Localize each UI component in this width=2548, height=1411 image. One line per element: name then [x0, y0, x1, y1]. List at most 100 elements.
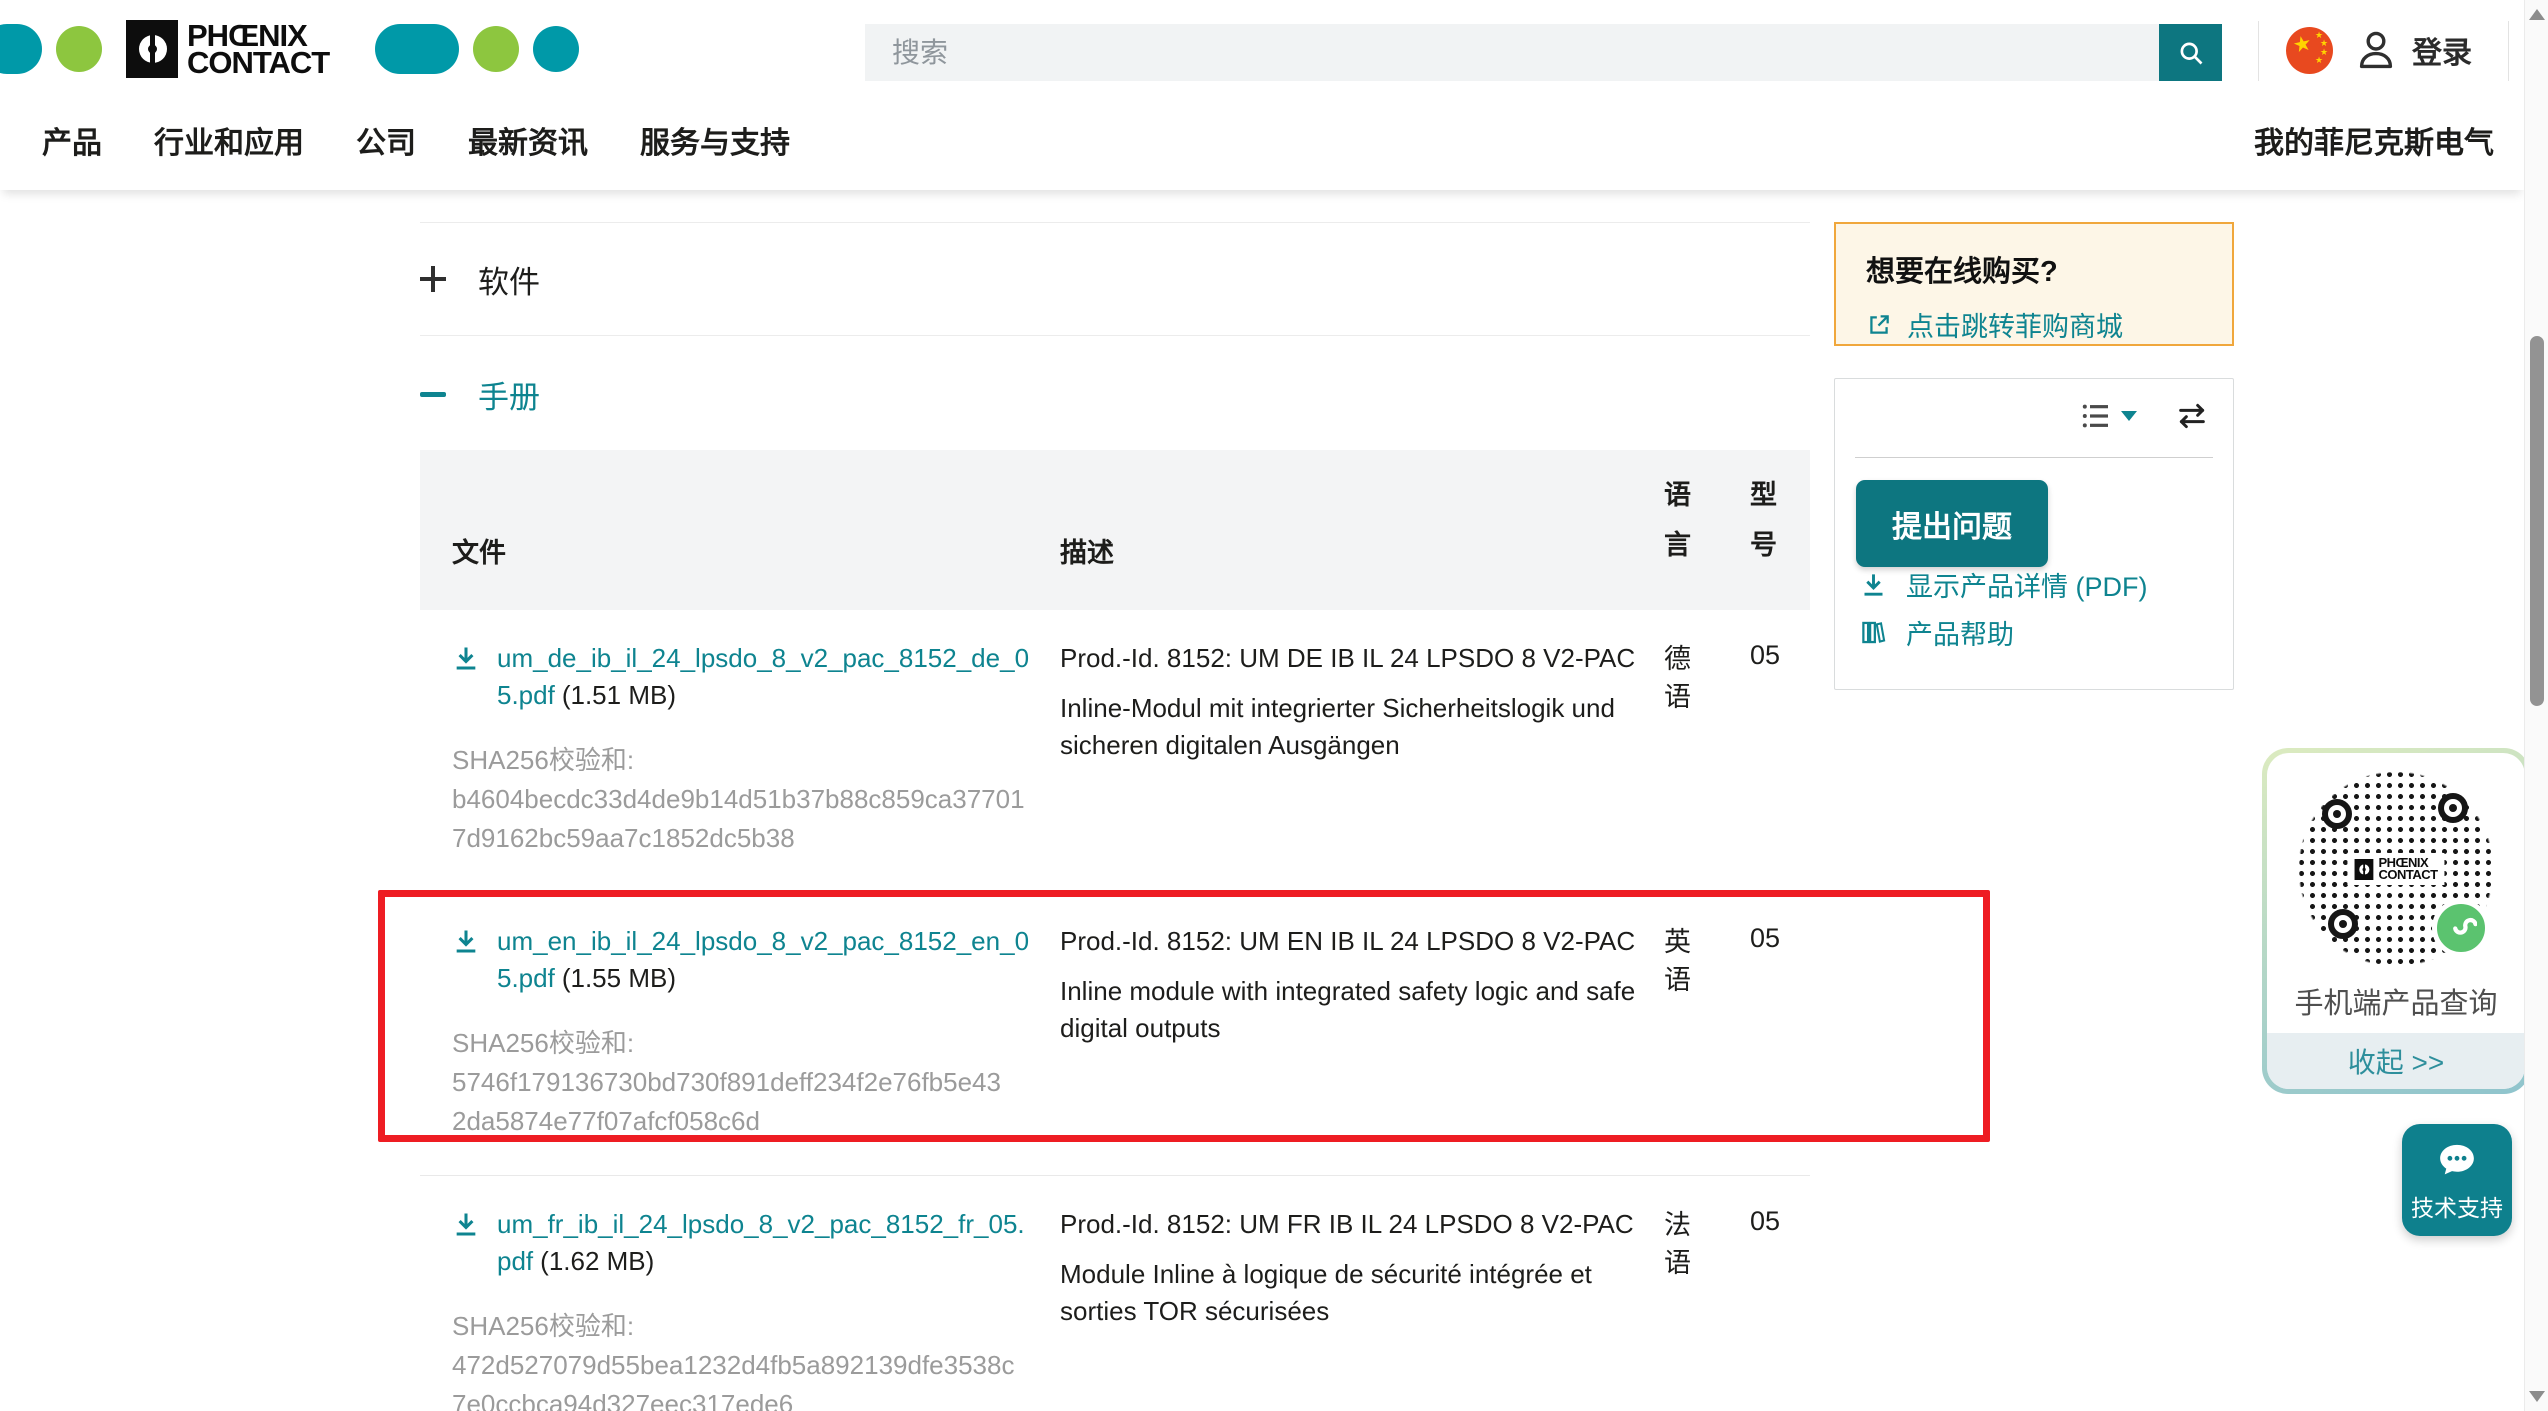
external-link-icon: [1866, 312, 1892, 338]
model-cell: 05: [1750, 923, 1794, 954]
phoenix-logo-mark-icon: [2354, 859, 2373, 880]
file-name: um_en_ib_il_24_lpsdo_8_v2_pac_8152_en_0 …: [497, 923, 1029, 997]
ask-question-button[interactable]: 提出问题: [1856, 480, 2048, 567]
qr-eye: [2322, 799, 2352, 829]
flag-star: ★: [2291, 32, 2314, 56]
qr-logo-wordmark: PHŒNIX CONTACT: [2378, 857, 2437, 881]
description-title: Prod.-Id. 8152: UM DE IB IL 24 LPSDO 8 V…: [1060, 640, 1640, 677]
nav-item-company[interactable]: 公司: [356, 118, 416, 162]
download-icon: [452, 1210, 480, 1238]
table-row: um_fr_ib_il_24_lpsdo_8_v2_pac_8152_fr_05…: [420, 1176, 1810, 1411]
language-cell: 英语: [1664, 923, 1698, 999]
product-details-pdf-link[interactable]: 显示产品详情 (PDF): [1860, 565, 2147, 604]
logo-shape-pill: [0, 24, 42, 74]
file-size: (1.55 MB): [562, 963, 676, 993]
qr-collapse-button[interactable]: 收起 >>: [2267, 1033, 2525, 1089]
sha256-checksum: SHA256校验和: b4604becdc33d4de9b14d51b37b88…: [452, 741, 1060, 858]
table-row: um_en_ib_il_24_lpsdo_8_v2_pac_8152_en_0 …: [420, 893, 1810, 1176]
flag-star: ★: [2315, 56, 2323, 65]
sha256-checksum: SHA256校验和: 5746f179136730bd730f891deff23…: [452, 1024, 1060, 1141]
col-header-language: 语言: [1664, 470, 1698, 570]
login-button[interactable]: 登录: [2352, 22, 2472, 78]
site-header: PHŒNIX CONTACT ★ ★ ★ ★ ★: [0, 0, 2524, 190]
qr-eye: [2328, 909, 2358, 939]
search-icon: [2177, 39, 2205, 67]
header-divider: [2508, 21, 2509, 81]
logo-shape-dot: [533, 26, 579, 72]
product-actions-panel: 提出问题 显示产品详情 (PDF) 产品帮助: [1834, 378, 2234, 690]
miniprogram-badge-icon: [2432, 899, 2490, 957]
chevron-down-icon: [2121, 411, 2137, 421]
file-name: um_fr_ib_il_24_lpsdo_8_v2_pac_8152_fr_05…: [497, 1206, 1025, 1280]
manuals-section-label: 手册: [478, 372, 540, 417]
mobile-product-qr-widget: PHŒNIX CONTACT 手机端产品查询 收起 >>: [2262, 748, 2530, 1094]
scrollbar-up-arrow[interactable]: [2529, 9, 2545, 20]
buy-online-box: 想要在线购买? 点击跳转菲购商城: [1834, 222, 2234, 346]
sha256-checksum: SHA256校验和: 472d527079d55bea1232d4fb5a892…: [452, 1307, 1060, 1411]
search-bar: [865, 24, 2222, 81]
main-nav: 产品 行业和应用 公司 最新资讯 服务与支持: [0, 108, 2200, 172]
header-divider: [2258, 21, 2259, 81]
language-cell: 德语: [1664, 640, 1698, 716]
file-cell: um_fr_ib_il_24_lpsdo_8_v2_pac_8152_fr_05…: [452, 1206, 1060, 1411]
table-row: um_de_ib_il_24_lpsdo_8_v2_pac_8152_de_0 …: [420, 610, 1810, 893]
download-icon: [452, 644, 480, 672]
panel-toolbar: [2080, 399, 2209, 433]
logo-shape-dot: [56, 26, 102, 72]
expand-plus-icon: [420, 266, 446, 292]
description-subtitle: Inline module with integrated safety log…: [1060, 973, 1640, 1047]
phoenix-logo-mark-icon: [126, 20, 178, 78]
scrollbar[interactable]: [2524, 0, 2548, 1411]
panel-divider: [1855, 457, 2213, 458]
description-subtitle: Inline-Modul mit integrierter Sicherheit…: [1060, 690, 1640, 764]
language-selector-flag-icon[interactable]: ★ ★ ★ ★ ★: [2286, 27, 2333, 74]
model-cell: 05: [1750, 640, 1794, 671]
description-cell: Prod.-Id. 8152: UM DE IB IL 24 LPSDO 8 V…: [1060, 640, 1640, 764]
language-cell: 法语: [1664, 1206, 1698, 1282]
nav-item-service[interactable]: 服务与支持: [640, 118, 790, 162]
table-header-row: 文件 描述 语言 型号: [420, 450, 1810, 610]
search-button[interactable]: [2159, 24, 2222, 81]
description-title: Prod.-Id. 8152: UM EN IB IL 24 LPSDO 8 V…: [1060, 923, 1640, 960]
phoenix-contact-logo: PHŒNIX CONTACT: [126, 20, 329, 78]
swap-arrows-icon: [2175, 399, 2209, 433]
brand-logo[interactable]: PHŒNIX CONTACT: [0, 18, 579, 80]
qr-caption: 手机端产品查询: [2294, 980, 2497, 1022]
accordion-software[interactable]: 软件: [420, 222, 1810, 336]
download-icon: [1860, 571, 1887, 598]
col-header-file: 文件: [452, 531, 1060, 570]
collapse-minus-icon: [420, 392, 446, 397]
tech-support-label: 技术支持: [2411, 1189, 2503, 1223]
description-title: Prod.-Id. 8152: UM FR IB IL 24 LPSDO 8 V…: [1060, 1206, 1640, 1243]
model-cell: 05: [1750, 1206, 1794, 1237]
nav-item-products[interactable]: 产品: [42, 118, 102, 162]
shop-redirect-link[interactable]: 点击跳转菲购商城: [1866, 305, 2202, 344]
logo-shape-dot: [473, 26, 519, 72]
description-cell: Prod.-Id. 8152: UM EN IB IL 24 LPSDO 8 V…: [1060, 923, 1640, 1047]
user-icon: [2352, 26, 2400, 74]
view-options-button[interactable]: [2080, 400, 2137, 432]
my-account-link[interactable]: 我的菲尼克斯电气: [2254, 108, 2494, 172]
file-cell: um_de_ib_il_24_lpsdo_8_v2_pac_8152_de_0 …: [452, 640, 1060, 858]
file-cell: um_en_ib_il_24_lpsdo_8_v2_pac_8152_en_0 …: [452, 923, 1060, 1141]
file-download-link[interactable]: um_en_ib_il_24_lpsdo_8_v2_pac_8152_en_0 …: [452, 923, 1060, 997]
nav-item-industries[interactable]: 行业和应用: [154, 118, 304, 162]
scrollbar-down-arrow[interactable]: [2529, 1391, 2545, 1402]
description-cell: Prod.-Id. 8152: UM FR IB IL 24 LPSDO 8 V…: [1060, 1206, 1640, 1330]
buy-online-title: 想要在线购买?: [1866, 248, 2202, 290]
file-download-link[interactable]: um_de_ib_il_24_lpsdo_8_v2_pac_8152_de_0 …: [452, 640, 1060, 714]
qr-code: PHŒNIX CONTACT: [2296, 769, 2496, 969]
nav-item-news[interactable]: 最新资讯: [468, 118, 588, 162]
accordion-manuals[interactable]: 手册: [420, 368, 540, 420]
scrollbar-thumb[interactable]: [2530, 336, 2544, 706]
product-help-link[interactable]: 产品帮助: [1860, 613, 2014, 652]
search-input[interactable]: [865, 24, 2159, 81]
compare-button[interactable]: [2175, 399, 2209, 433]
file-name: um_de_ib_il_24_lpsdo_8_v2_pac_8152_de_0 …: [497, 640, 1029, 714]
tech-support-button[interactable]: 技术支持: [2402, 1124, 2512, 1236]
logo-wordmark: PHŒNIX CONTACT: [187, 22, 329, 76]
books-icon: [1860, 619, 1887, 646]
file-download-link[interactable]: um_fr_ib_il_24_lpsdo_8_v2_pac_8152_fr_05…: [452, 1206, 1060, 1280]
logo-shape-pill: [375, 24, 459, 74]
qr-center-logo: PHŒNIX CONTACT: [2347, 853, 2444, 885]
